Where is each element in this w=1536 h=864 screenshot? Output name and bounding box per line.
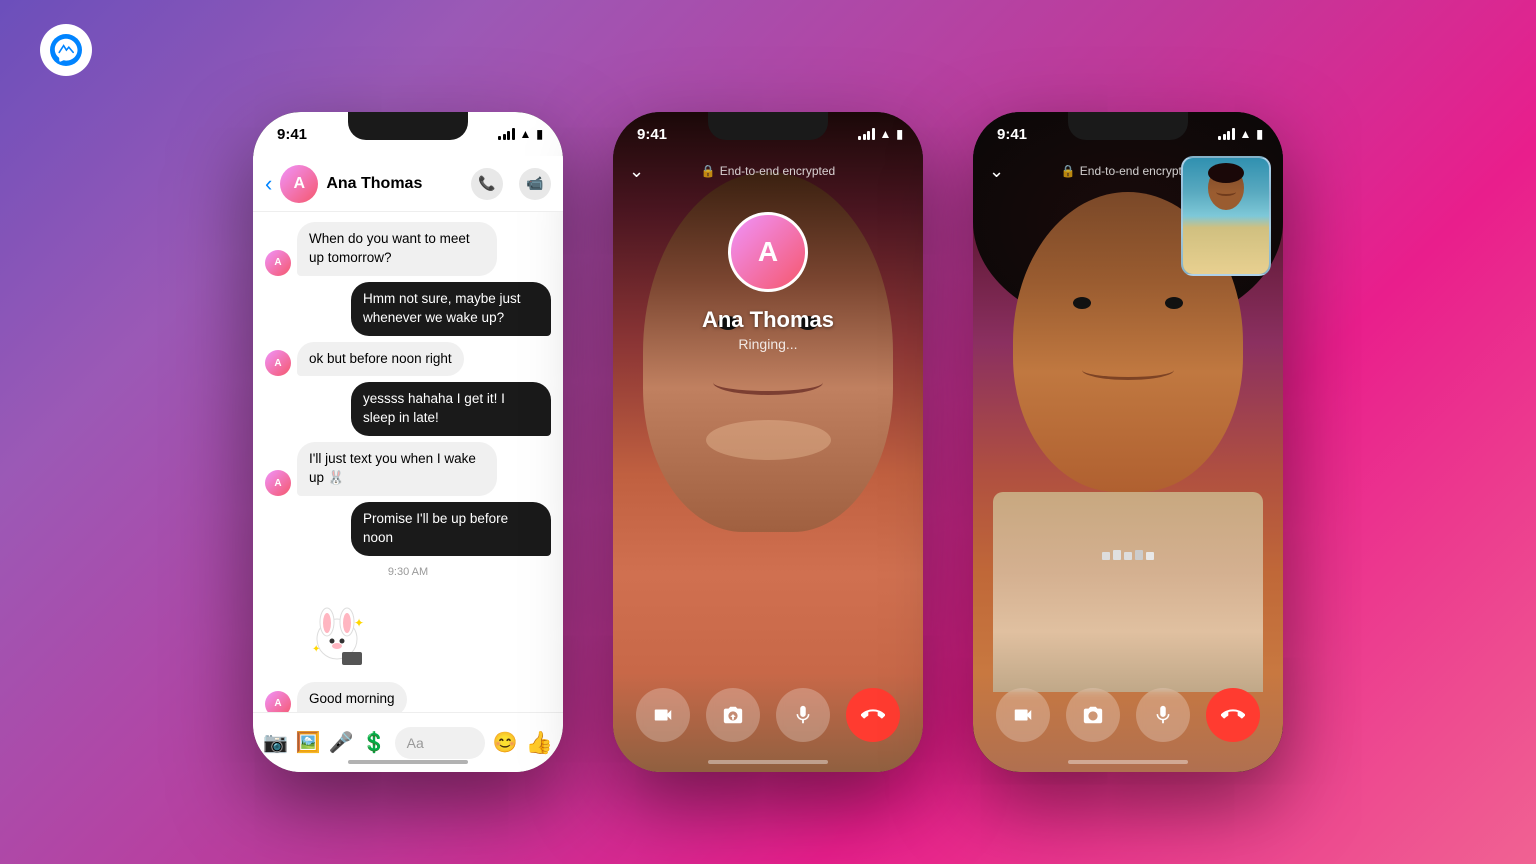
phone-ringing: 9:41 ▲ ▮ ⌄ 🔒 End-to-end encr <box>613 112 923 772</box>
chevron-down-icon-3[interactable]: ⌄ <box>989 161 1004 182</box>
messages-area: A When do you want to meet up tomorrow? … <box>253 212 563 712</box>
wifi-icon-3: ▲ <box>1240 127 1252 141</box>
message-bubble: When do you want to meet up tomorrow? <box>297 222 497 276</box>
lock-icon-3: 🔒 <box>1061 164 1076 178</box>
svg-text:✦: ✦ <box>312 644 320 655</box>
message-input[interactable]: Aa <box>395 727 485 759</box>
flip-camera-button-3[interactable] <box>1066 688 1120 742</box>
video-top-bar: ⌄ 🔒 End-to-end encrypted <box>613 156 923 186</box>
sticker: ✦ ✦ <box>297 592 377 672</box>
signal-icon <box>498 128 515 140</box>
end-call-button[interactable] <box>846 688 900 742</box>
phone-chat: 9:41 ▲ ▮ ‹ A Ana Thomas <box>253 112 563 772</box>
self-view-thumbnail <box>1181 156 1271 276</box>
camera-icon[interactable]: 📷 <box>263 730 288 755</box>
call-status: Ringing... <box>613 336 923 352</box>
svg-text:✦: ✦ <box>354 616 364 630</box>
back-button[interactable]: ‹ <box>265 171 272 197</box>
battery-icon-3: ▮ <box>1256 127 1263 141</box>
message-row: Promise I'll be up before noon <box>265 502 551 556</box>
like-button[interactable]: 👍 <box>526 730 553 756</box>
notch <box>348 112 468 140</box>
phone-active-call: 9:41 ▲ ▮ ⌄ 🔒 End-to-end encr <box>973 112 1283 772</box>
message-row: Hmm not sure, maybe just whenever we wak… <box>265 282 551 336</box>
message-bubble: Good morning <box>297 682 407 712</box>
payment-icon[interactable]: 💲 <box>362 730 387 755</box>
sticker-area: ✦ ✦ <box>265 592 551 672</box>
lock-icon: 🔒 <box>701 164 716 178</box>
input-placeholder: Aa <box>407 735 424 751</box>
message-bubble: Hmm not sure, maybe just whenever we wak… <box>351 282 551 336</box>
chevron-down-icon[interactable]: ⌄ <box>629 161 644 182</box>
signal-icon-3 <box>1218 128 1235 140</box>
message-bubble: I'll just text you when I wake up 🐰 <box>297 442 497 496</box>
messenger-logo <box>40 24 92 76</box>
message-bubble: Promise I'll be up before noon <box>351 502 551 556</box>
status-icons-1: ▲ ▮ <box>498 127 543 141</box>
mute-button-3[interactable] <box>1136 688 1190 742</box>
notch <box>708 112 828 140</box>
mute-button[interactable] <box>776 688 830 742</box>
battery-icon-2: ▮ <box>896 127 903 141</box>
time-2: 9:41 <box>633 126 667 143</box>
flip-camera-button[interactable] <box>706 688 760 742</box>
home-bar <box>348 760 468 764</box>
message-avatar: A <box>265 250 291 276</box>
message-avatar: A <box>265 470 291 496</box>
contact-avatar: A <box>280 165 318 203</box>
encryption-indicator-3: 🔒 End-to-end encrypted <box>1061 164 1195 178</box>
voice-call-button[interactable]: 📞 <box>471 168 503 200</box>
message-row: A ok but before noon right <box>265 342 551 377</box>
video-call-button[interactable]: 📹 <box>519 168 551 200</box>
message-bubble: yessss hahaha I get it! I sleep in late! <box>351 382 551 436</box>
signal-icon-2 <box>858 128 875 140</box>
encryption-indicator: 🔒 End-to-end encrypted <box>701 164 835 178</box>
contact-name: Ana Thomas <box>326 175 471 193</box>
encryption-text: End-to-end encrypted <box>720 164 835 178</box>
call-controls <box>613 688 923 742</box>
end-call-button-3[interactable] <box>1206 688 1260 742</box>
message-avatar: A <box>265 691 291 712</box>
video-toggle-button[interactable] <box>636 688 690 742</box>
chat-header: ‹ A Ana Thomas 📞 📹 <box>253 156 563 212</box>
video-toggle-button-3[interactable] <box>996 688 1050 742</box>
call-controls-3 <box>973 688 1283 742</box>
message-bubble: ok but before noon right <box>297 342 464 377</box>
status-icons-3: ▲ ▮ <box>1218 127 1263 141</box>
wifi-icon-2: ▲ <box>880 127 892 141</box>
encryption-text-3: End-to-end encrypted <box>1080 164 1195 178</box>
message-row: A Good morning <box>265 682 551 712</box>
timestamp: 9:30 AM <box>265 566 551 578</box>
home-bar-3 <box>1068 760 1188 764</box>
wifi-icon: ▲ <box>520 127 532 141</box>
time-3: 9:41 <box>993 126 1027 143</box>
caller-name: Ana Thomas <box>613 307 923 333</box>
caller-info: Ana Thomas Ringing... <box>613 307 923 352</box>
battery-icon: ▮ <box>536 127 543 141</box>
status-icons-2: ▲ ▮ <box>858 127 903 141</box>
home-bar-2 <box>708 760 828 764</box>
message-avatar: A <box>265 350 291 376</box>
message-row: A When do you want to meet up tomorrow? <box>265 222 551 276</box>
notch-3 <box>1068 112 1188 140</box>
video-background <box>613 112 923 772</box>
message-row: yessss hahaha I get it! I sleep in late! <box>265 382 551 436</box>
time-1: 9:41 <box>273 126 307 143</box>
gallery-icon[interactable]: 🖼️ <box>296 730 321 755</box>
chat-action-buttons: 📞 📹 <box>471 168 551 200</box>
caller-thumbnail: A <box>728 212 808 292</box>
phones-container: 9:41 ▲ ▮ ‹ A Ana Thomas <box>0 0 1536 864</box>
mic-icon[interactable]: 🎤 <box>329 730 354 755</box>
message-row: A I'll just text you when I wake up 🐰 <box>265 442 551 496</box>
emoji-icon[interactable]: 😊 <box>493 730 518 755</box>
